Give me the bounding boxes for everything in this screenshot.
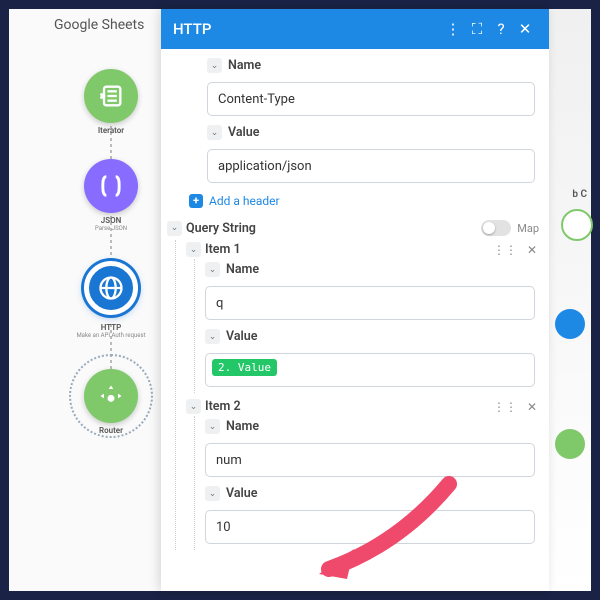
header-name-label: Name	[228, 58, 261, 73]
chevron-down-icon[interactable]: ⌄	[205, 329, 220, 344]
right-mini	[555, 429, 585, 459]
workflow-canvas: Google Sheets Iterator JSON Parse JSON H…	[9, 9, 591, 591]
node-http-label: HTTP	[61, 323, 161, 332]
chevron-down-icon[interactable]: ⌄	[205, 486, 220, 501]
right-strip: b C	[549, 9, 591, 591]
right-label: b C	[572, 189, 587, 200]
breadcrumb: Google Sheets	[54, 17, 144, 33]
remove-item-icon[interactable]: ✕	[527, 243, 537, 257]
item1-value-input[interactable]: 2. Value	[205, 353, 535, 387]
query-item-1-header: ⌄ Item 1 ⋮⋮ ✕	[186, 240, 549, 259]
node-router-label: Router	[61, 426, 161, 435]
map-toggle[interactable]: Map	[481, 220, 539, 236]
chevron-down-icon[interactable]: ⌄	[207, 58, 222, 73]
add-header-label: Add a header	[209, 194, 280, 208]
mapped-value-tag[interactable]: 2. Value	[212, 359, 277, 376]
query-string-label: Query String	[186, 221, 256, 236]
chevron-down-icon[interactable]: ⌄	[205, 262, 220, 277]
node-json-label: JSON	[61, 216, 161, 225]
header-value-input[interactable]	[207, 149, 535, 183]
chevron-down-icon[interactable]: ⌄	[207, 125, 222, 140]
item1-value-label: Value	[226, 329, 258, 344]
item1-title: Item 1	[205, 242, 241, 257]
chevron-down-icon[interactable]: ⌄	[167, 221, 182, 236]
chevron-down-icon[interactable]: ⌄	[186, 242, 201, 257]
item2-title: Item 2	[205, 399, 241, 414]
help-icon[interactable]: ?	[489, 20, 513, 38]
query-string-section: ⌄ Query String Map	[161, 216, 549, 240]
item2-value-input[interactable]	[205, 510, 535, 544]
remove-item-icon[interactable]: ✕	[527, 400, 537, 414]
plus-icon: +	[189, 194, 203, 208]
close-icon[interactable]: ✕	[513, 20, 537, 38]
node-json[interactable]	[84, 159, 138, 213]
drag-handle-icon[interactable]: ⋮⋮	[493, 400, 517, 414]
panel-body: ⌄ Name ⌄ Value + Add a header	[161, 49, 549, 591]
right-mini	[555, 309, 585, 339]
panel-header: HTTP ⋮ ⛶ ? ✕	[161, 9, 549, 49]
item2-name-input[interactable]	[205, 443, 535, 477]
http-config-panel: HTTP ⋮ ⛶ ? ✕ ⌄ Name ⌄ Value	[161, 9, 549, 591]
drag-handle-icon[interactable]: ⋮⋮	[493, 243, 517, 257]
header-value-label: Value	[228, 125, 260, 140]
item2-value-label: Value	[226, 486, 258, 501]
node-http-sub: Make an API Auth request	[61, 332, 161, 339]
expand-icon[interactable]: ⛶	[465, 20, 489, 38]
add-header-button[interactable]: + Add a header	[189, 194, 280, 208]
header-name-input[interactable]	[207, 82, 535, 116]
item1-name-input[interactable]	[205, 286, 535, 320]
query-item-2-header: ⌄ Item 2 ⋮⋮ ✕	[186, 393, 549, 416]
more-icon[interactable]: ⋮	[441, 20, 465, 38]
item2-name-label: Name	[226, 419, 259, 434]
right-node-peek	[561, 209, 593, 241]
node-http[interactable]	[84, 261, 138, 315]
node-router[interactable]	[84, 369, 138, 423]
node-iterator-label: Iterator	[61, 126, 161, 135]
panel-title: HTTP	[173, 20, 441, 38]
item1-name-label: Name	[226, 262, 259, 277]
map-label: Map	[517, 222, 539, 235]
chevron-down-icon[interactable]: ⌄	[205, 419, 220, 434]
node-iterator[interactable]	[84, 69, 138, 123]
node-json-sub: Parse JSON	[61, 225, 161, 232]
toggle-switch[interactable]	[481, 220, 511, 236]
chevron-down-icon[interactable]: ⌄	[186, 399, 201, 414]
